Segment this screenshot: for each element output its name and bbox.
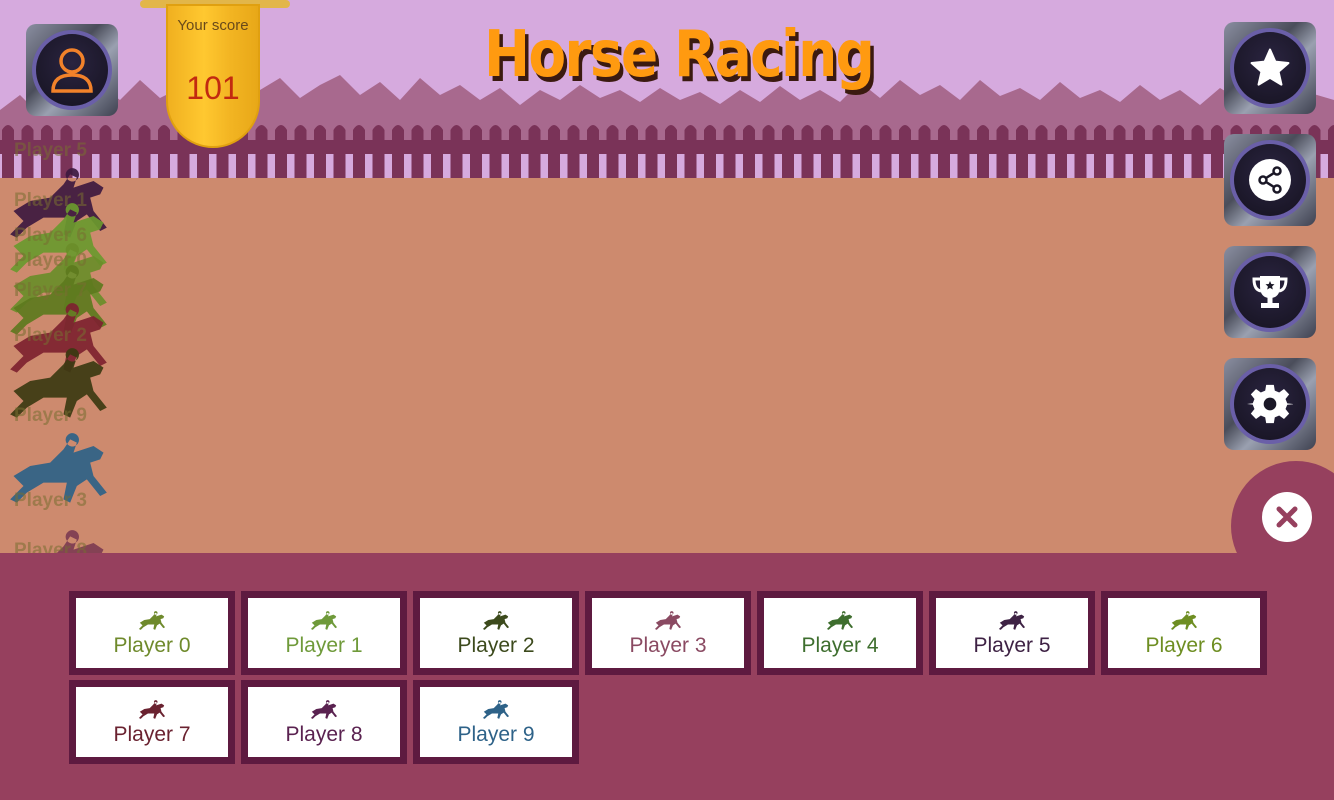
profile-button[interactable] — [20, 18, 124, 122]
player-card-body: Player 3 — [592, 598, 744, 668]
user-icon — [51, 48, 93, 93]
player-name: Player 8 — [285, 723, 363, 746]
button-core — [1234, 144, 1306, 216]
player-card-body: Player 6 — [1108, 598, 1260, 668]
player-name: Player 7 — [113, 723, 191, 746]
score-value: 101 — [186, 70, 240, 106]
horse-icon — [1170, 611, 1198, 630]
player-card[interactable]: Player 4 — [757, 591, 923, 675]
runner-label: Player 3 — [14, 490, 87, 511]
runner-label: Player 9 — [14, 405, 87, 426]
button-core — [1234, 368, 1306, 440]
horse-icon — [310, 700, 338, 719]
horse-icon — [482, 700, 510, 719]
player-card[interactable]: Player 7 — [69, 680, 235, 764]
close-icon — [1276, 506, 1298, 528]
player-name: Player 3 — [629, 634, 707, 657]
horse-icon — [138, 611, 166, 630]
player-card-body: Player 2 — [420, 598, 572, 668]
player-card-body: Player 4 — [764, 598, 916, 668]
player-name: Player 6 — [1145, 634, 1223, 657]
horse-icon — [138, 700, 166, 719]
player-card-body: Player 9 — [420, 687, 572, 757]
player-card-body: Player 5 — [936, 598, 1088, 668]
player-card[interactable]: Player 6 — [1101, 591, 1267, 675]
player-card[interactable]: Player 8 — [241, 680, 407, 764]
player-name: Player 4 — [801, 634, 879, 657]
button-core — [1234, 32, 1306, 104]
score-banner: Your score 101 — [140, 0, 290, 152]
rate-button[interactable] — [1218, 16, 1322, 120]
player-card-body: Player 8 — [248, 687, 400, 757]
player-card-body: Player 1 — [248, 598, 400, 668]
player-card-body: Player 0 — [76, 598, 228, 668]
player-name: Player 0 — [113, 634, 191, 657]
score-label: Your score — [177, 17, 249, 34]
close-button[interactable] — [1262, 492, 1312, 542]
runner-label: Player 5 — [14, 140, 87, 161]
horse-icon — [826, 611, 854, 630]
player-card[interactable]: Player 2 — [413, 591, 579, 675]
player-card[interactable]: Player 0 — [69, 591, 235, 675]
track-runner: Player 3 — [0, 430, 130, 511]
player-name: Player 9 — [457, 723, 535, 746]
share-button[interactable] — [1218, 128, 1322, 232]
track-runner: Player 9 — [0, 345, 130, 426]
horse-icon — [482, 611, 510, 630]
player-card-body: Player 7 — [76, 687, 228, 757]
player-card[interactable]: Player 9 — [413, 680, 579, 764]
button-core — [36, 34, 108, 106]
race-track — [0, 178, 1334, 558]
player-card[interactable]: Player 3 — [585, 591, 751, 675]
horse-icon — [998, 611, 1026, 630]
player-name: Player 1 — [285, 634, 363, 657]
player-card[interactable]: Player 1 — [241, 591, 407, 675]
game-title: Horse Racing — [484, 18, 875, 92]
star-icon — [1250, 48, 1290, 86]
leaderboard-button[interactable] — [1218, 240, 1322, 344]
button-core — [1234, 256, 1306, 328]
horse-icon — [310, 611, 338, 630]
player-name: Player 2 — [457, 634, 535, 657]
gear-icon — [1247, 384, 1293, 424]
player-name: Player 5 — [973, 634, 1051, 657]
share-icon — [1249, 159, 1291, 201]
player-card[interactable]: Player 5 — [929, 591, 1095, 675]
horse-icon — [654, 611, 682, 630]
settings-button[interactable] — [1218, 352, 1322, 456]
trophy-icon — [1252, 276, 1288, 308]
